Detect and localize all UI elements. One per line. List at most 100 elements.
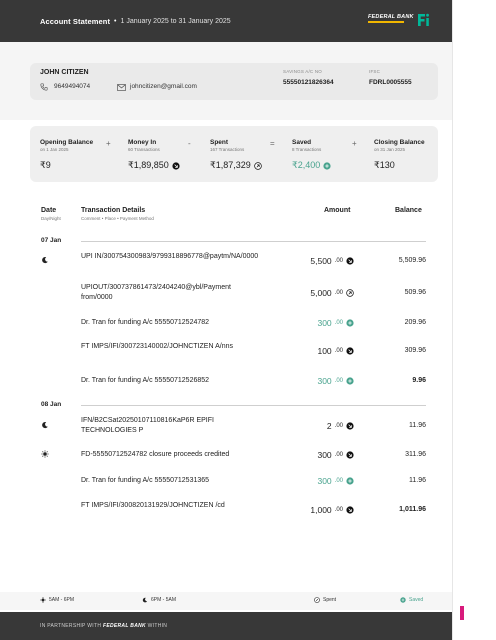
running-balance: 5,509.96 xyxy=(398,257,426,264)
amount-paise: .00 xyxy=(334,423,343,429)
amount-paise: .00 xyxy=(334,507,343,513)
footer-within: WITHIN xyxy=(147,623,168,629)
legend-day-label: 5AM - 6PM xyxy=(49,597,75,603)
account-card: JOHN CITIZEN 9649494074 johncitizen@gmai… xyxy=(30,63,438,100)
plus-operator-2: + xyxy=(352,139,357,148)
group-divider xyxy=(81,405,426,406)
legend-saved: Saved xyxy=(400,597,423,603)
legend-night-label: 6PM - 5AM xyxy=(151,597,177,603)
transaction-amount: 1,000.00 xyxy=(310,505,354,515)
opening-balance-date: on 1 Jan 2025 xyxy=(40,147,69,152)
transaction-amount: 100.00 xyxy=(317,346,354,356)
saved-icon xyxy=(346,319,354,327)
date-group-label: 08 Jan xyxy=(41,401,62,408)
transaction-details: FT IMPS/IFI/300723140002/JOHNCTIZEN A/nn… xyxy=(81,343,233,350)
account-holder-name: JOHN CITIZEN xyxy=(40,69,89,76)
credit-icon xyxy=(346,257,354,265)
partnership-label: IN PARTNERSHIP WITH xyxy=(40,623,102,629)
credit-icon xyxy=(346,347,354,355)
transaction-details: Dr. Tran for funding A/c 55550712531365 xyxy=(81,477,210,484)
amount-paise: .00 xyxy=(334,348,343,354)
transaction-amount: 5,500.00 xyxy=(310,256,354,266)
money-in-value: ₹1,89,850 xyxy=(128,160,180,171)
closing-balance: Closing Balance on 31 Jan 2025 ₹130 xyxy=(374,139,425,171)
statement-page: Account Statement • 1 January 2025 to 31… xyxy=(0,0,452,640)
title-separator: • xyxy=(114,17,117,25)
running-balance: 209.96 xyxy=(404,319,426,326)
legend-day: 5AM - 6PM xyxy=(40,597,74,603)
amount-paise: .00 xyxy=(334,452,343,458)
sun-icon xyxy=(41,450,49,458)
minus-operator: - xyxy=(188,139,191,148)
running-balance: 311.96 xyxy=(405,451,426,458)
equals-operator: = xyxy=(270,139,275,148)
page-edge xyxy=(452,0,496,640)
transaction-details: UPIOUT/300737861473/2404240@ybl/Payment … xyxy=(81,284,231,301)
amount-value: 1,000 xyxy=(310,505,332,515)
statement-header: Account Statement • 1 January 2025 to 31… xyxy=(0,0,452,42)
transaction-amount: 300.00 xyxy=(317,476,354,486)
running-balance: 11.96 xyxy=(409,422,426,429)
mail-icon xyxy=(117,84,126,91)
transaction-amount: 5,000.00 xyxy=(310,288,354,298)
running-balance: 509.96 xyxy=(404,289,426,296)
closing-balance-title: Closing Balance xyxy=(374,139,425,146)
running-balance: 11.96 xyxy=(409,477,426,484)
details-column-subheader: Comment • Place • Payment Method xyxy=(81,216,154,221)
amount-value: 5,500 xyxy=(310,256,332,266)
spent: Spent 167 Transactions ₹1,87,329 xyxy=(210,139,262,171)
legend-bar: 5AM - 6PM 6PM - 5AM Spent Saved xyxy=(0,592,452,610)
transaction-details: FD-55550712524782 closure proceeds credi… xyxy=(81,451,230,458)
balance-column-header: Balance xyxy=(395,207,422,214)
moon-icon xyxy=(42,422,48,429)
amount-value: 300 xyxy=(317,318,332,328)
credit-icon xyxy=(346,422,354,430)
details-column-header: Transaction Details xyxy=(81,207,146,214)
group-divider xyxy=(81,241,426,242)
amount-paise: .00 xyxy=(334,378,343,384)
email-address: johncitizen@gmail.com xyxy=(130,83,197,90)
saved-icon xyxy=(346,377,354,385)
spent-count: 167 Transactions xyxy=(210,147,245,152)
closing-balance-amount: ₹130 xyxy=(374,160,395,170)
running-balance: 1,011.96 xyxy=(399,506,426,513)
ifsc-label: IFSC xyxy=(369,69,381,74)
scroll-indicator[interactable] xyxy=(460,606,464,620)
phone-icon xyxy=(40,83,48,91)
fi-logo-icon xyxy=(418,13,429,26)
saved-value: ₹2,400 xyxy=(292,160,331,171)
sun-icon xyxy=(40,597,46,603)
balance-summary: Opening Balance on 1 Jan 2025 ₹9 + Money… xyxy=(30,126,438,182)
ifsc-code: FDRL0005555 xyxy=(369,79,412,86)
closing-balance-value: ₹130 xyxy=(374,160,425,171)
amount-paise: .00 xyxy=(334,290,343,296)
statement-period: 1 January 2025 to 31 January 2025 xyxy=(120,17,231,25)
spent-value: ₹1,87,329 xyxy=(210,160,262,171)
date-group-label: 07 Jan xyxy=(41,237,62,244)
date-column-header: Date xyxy=(41,207,57,214)
bank-logo-text: FEDERAL BANK xyxy=(368,14,414,20)
transaction-details: UPI IN/300754300983/9799318896778@paytm/… xyxy=(81,253,259,260)
opening-balance-value: ₹9 xyxy=(40,160,93,171)
saved-count: 8 Transactions xyxy=(292,147,322,152)
transaction-amount: 300.00 xyxy=(317,450,354,460)
opening-balance-title: Opening Balance xyxy=(40,139,94,146)
debit-icon xyxy=(346,289,354,297)
amount-paise: .00 xyxy=(334,258,343,264)
saved-title: Saved xyxy=(292,139,312,146)
running-balance: 9.96 xyxy=(412,377,426,384)
plus-operator: + xyxy=(106,139,111,148)
amount-value: 5,000 xyxy=(310,288,332,298)
transaction-details: Dr. Tran for funding A/c 55550712524782 xyxy=(81,319,210,326)
transaction-details: Dr. Tran for funding A/c 55550712526852 xyxy=(81,377,210,384)
transaction-details: IFN/B2CSat20250107110816KaP6R EPIFI TECH… xyxy=(81,417,214,434)
opening-balance-amount: ₹9 xyxy=(40,160,51,170)
legend-night: 6PM - 5AM xyxy=(142,597,176,603)
spent-title: Spent xyxy=(210,139,229,146)
account-section: JOHN CITIZEN 9649494074 johncitizen@gmai… xyxy=(0,42,452,120)
saved-amount: ₹2,400 xyxy=(292,160,321,170)
federal-bank-logo: FEDERAL BANK xyxy=(368,14,414,23)
money-in: Money In 60 Transactions ₹1,89,850 xyxy=(128,139,180,171)
money-in-count: 60 Transactions xyxy=(128,147,160,152)
amount-paise: .00 xyxy=(334,320,343,326)
